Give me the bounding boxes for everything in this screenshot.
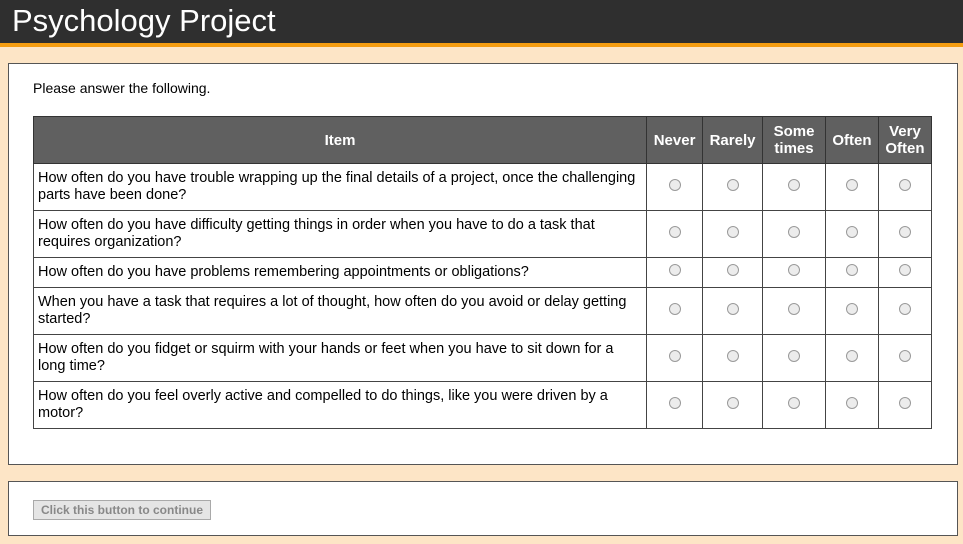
question-text: How often do you fidget or squirm with y… — [32, 334, 648, 382]
radio-never[interactable] — [668, 264, 681, 276]
radio-often[interactable] — [845, 178, 858, 191]
column-header-item: Item — [32, 116, 648, 164]
column-header-sometimes: Some times — [762, 116, 826, 164]
continue-button[interactable]: Click this button to continue — [33, 500, 211, 520]
radio-never[interactable] — [668, 396, 681, 409]
question-text: How often do you have difficulty getting… — [32, 210, 648, 258]
radio-often[interactable] — [845, 264, 858, 276]
radio-sometimes[interactable] — [788, 178, 800, 191]
radio-very-often[interactable] — [898, 396, 911, 409]
radio-often[interactable] — [845, 302, 858, 315]
table-row: When you have a task that requires a lot… — [32, 287, 933, 335]
question-text: When you have a task that requires a lot… — [32, 287, 648, 335]
table-row: How often do you have trouble wrapping u… — [32, 163, 933, 211]
radio-very-often[interactable] — [898, 225, 911, 238]
radio-rarely[interactable] — [726, 396, 739, 409]
radio-sometimes[interactable] — [788, 264, 800, 276]
table-header-row: Item Never Rarely Some times Often Very Of… — [32, 116, 933, 164]
app-header: Psychology Project — [0, 0, 963, 47]
column-header-never: Never — [646, 116, 704, 164]
column-header-rarely: Rarely — [702, 116, 764, 164]
question-text: How often do you have problems rememberi… — [32, 257, 648, 288]
radio-rarely[interactable] — [726, 302, 739, 315]
table-row: How often do you have difficulty getting… — [32, 210, 933, 258]
footer-panel: Click this button to continue — [8, 481, 958, 536]
app-title: Psychology Project — [12, 3, 276, 38]
radio-never[interactable] — [668, 225, 681, 238]
radio-often[interactable] — [845, 225, 858, 238]
radio-never[interactable] — [668, 178, 681, 191]
radio-rarely[interactable] — [726, 349, 739, 362]
radio-rarely[interactable] — [726, 225, 739, 238]
column-header-very-often: Very Often — [877, 116, 933, 164]
radio-very-often[interactable] — [898, 349, 911, 362]
radio-sometimes[interactable] — [788, 349, 800, 362]
radio-never[interactable] — [668, 349, 681, 362]
instructions-text: Please answer the following. — [33, 80, 211, 96]
table-row: How often do you feel overly active and … — [32, 381, 933, 429]
radio-very-often[interactable] — [898, 264, 911, 276]
radio-very-often[interactable] — [898, 178, 911, 191]
question-text: How often do you have trouble wrapping u… — [32, 163, 648, 211]
radio-sometimes[interactable] — [788, 225, 800, 238]
question-text: How often do you feel overly active and … — [32, 381, 648, 429]
table-row: How often do you have problems rememberi… — [32, 257, 933, 288]
radio-rarely[interactable] — [726, 178, 739, 191]
radio-sometimes[interactable] — [788, 396, 800, 409]
radio-never[interactable] — [668, 302, 681, 315]
radio-sometimes[interactable] — [788, 302, 800, 315]
table-row: How often do you fidget or squirm with y… — [32, 334, 933, 382]
radio-often[interactable] — [845, 349, 858, 362]
radio-very-often[interactable] — [898, 302, 911, 315]
survey-panel: Please answer the following. Item Never … — [8, 63, 958, 465]
likert-table: Item Never Rarely Some times Often Very Of… — [32, 116, 933, 429]
column-header-often: Often — [824, 116, 879, 164]
radio-rarely[interactable] — [726, 264, 739, 276]
radio-often[interactable] — [845, 396, 858, 409]
